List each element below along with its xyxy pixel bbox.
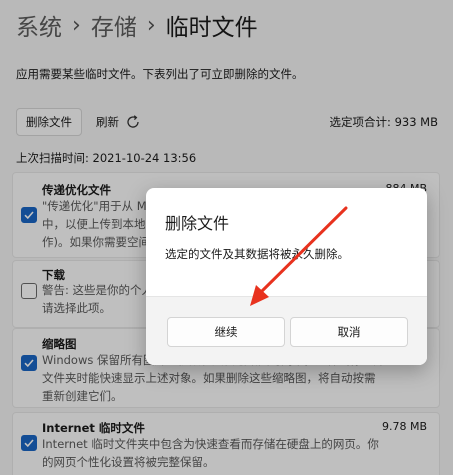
delete-files-dialog: 删除文件 选定的文件及其数据将被永久删除。 继续 取消 [146,188,427,365]
dialog-title: 删除文件 [165,214,230,233]
dialog-message: 选定的文件及其数据将被永久删除。 [165,247,349,261]
dialog-footer: 继续 取消 [146,296,427,365]
continue-button[interactable]: 继续 [167,317,285,347]
cancel-button[interactable]: 取消 [290,317,408,347]
